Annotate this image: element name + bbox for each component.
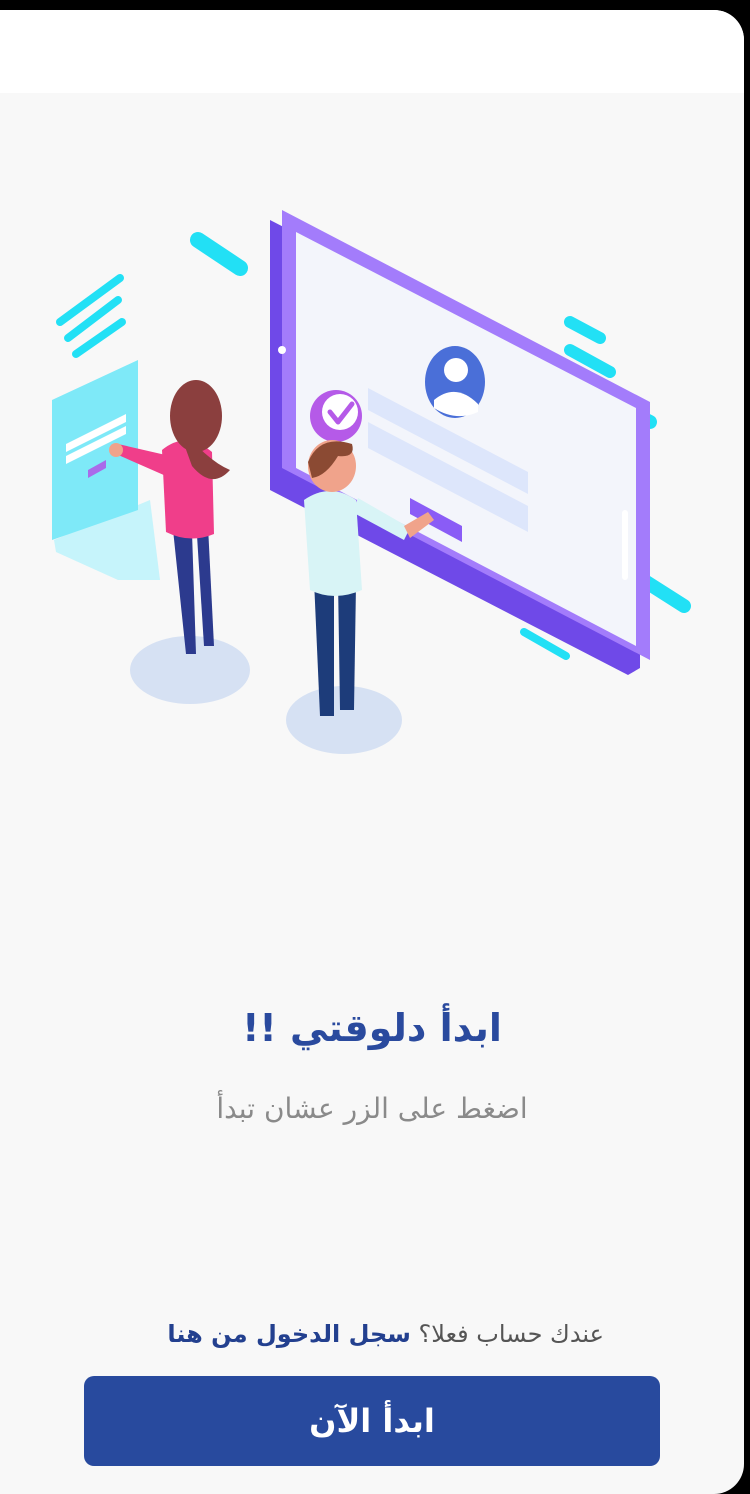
check-badge-icon [310, 390, 362, 442]
page-title: ابدأ دلوقتي !! [242, 1006, 502, 1050]
top-bar [0, 10, 744, 93]
kiosk-panel [52, 360, 160, 580]
page-subtitle: اضغط على الزر عشان تبدأ [216, 1092, 528, 1125]
user-avatar-icon [425, 346, 485, 418]
login-link[interactable]: سجل الدخول من هنا [167, 1320, 411, 1348]
phone-screen: ابدأ دلوقتي !! اضغط على الزر عشان تبدأ ع… [0, 10, 744, 1494]
login-prompt-text: عندك حساب فعلا؟ [418, 1320, 604, 1348]
onboarding-illustration [52, 210, 691, 754]
login-prompt: عندك حساب فعلا؟ سجل الدخول من هنا [167, 1320, 604, 1348]
start-now-button[interactable]: ابدأ الآن [84, 1376, 660, 1466]
